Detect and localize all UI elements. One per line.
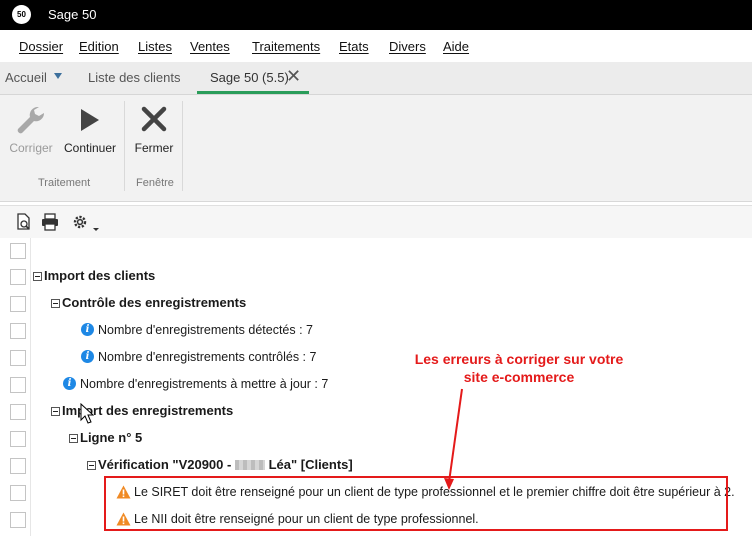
close-icon[interactable]: ✕ <box>286 67 301 85</box>
corriger-button[interactable]: Corriger <box>8 103 54 155</box>
collapse-icon[interactable] <box>51 407 60 416</box>
collapse-icon[interactable] <box>87 461 96 470</box>
tree-row: i Nombre d'enregistrements détectés : 7 <box>0 319 752 346</box>
info-icon: i <box>63 377 76 390</box>
close-x-icon <box>132 103 176 137</box>
row-checkbox[interactable] <box>10 485 26 501</box>
row-checkbox[interactable] <box>10 350 26 366</box>
group-label-traitement: Traitement <box>38 177 91 189</box>
menu-edition[interactable]: Edition <box>79 39 119 54</box>
menu-ventes[interactable]: Ventes <box>190 39 230 54</box>
corriger-label: Corriger <box>9 141 53 155</box>
group-label-fenetre: Fenêtre <box>136 177 174 189</box>
window-title: Sage 50 <box>48 7 97 22</box>
menu-traitements[interactable]: Traitements <box>252 39 320 54</box>
wrench-icon <box>8 103 54 137</box>
error-highlight-box <box>104 476 728 531</box>
title-bar: 50 Sage 50 <box>0 0 752 30</box>
menu-etats[interactable]: Etats <box>339 39 369 54</box>
play-icon <box>62 103 118 137</box>
node-controle: Contrôle des enregistrements <box>62 295 247 310</box>
mouse-cursor-icon <box>80 403 94 424</box>
collapse-icon[interactable] <box>69 434 78 443</box>
row-checkbox[interactable] <box>10 458 26 474</box>
info-controles: Nombre d'enregistrements contrôlés : 7 <box>98 350 317 364</box>
fermer-button[interactable]: Fermer <box>132 103 176 155</box>
tree-row <box>0 239 752 266</box>
tab-bar: Accueil Liste des clients Sage 50 (5.5) … <box>0 62 752 95</box>
menu-aide[interactable]: Aide <box>443 39 469 54</box>
tab-sage50[interactable]: Sage 50 (5.5) <box>210 70 289 85</box>
annotation-line-2: site e-commerce <box>463 369 575 385</box>
redacted-name <box>234 460 265 470</box>
info-detectes: Nombre d'enregistrements détectés : 7 <box>98 323 313 337</box>
info-a-mettre-a-jour: Nombre d'enregistrements à mettre à jour… <box>80 377 329 391</box>
ribbon: Corriger Continuer Fermer Traitement Fen… <box>0 95 752 202</box>
annotation-line-1: Les erreurs à corriger sur votre <box>414 351 624 367</box>
verification-suffix: Léa" [Clients] <box>264 457 353 472</box>
row-checkbox[interactable] <box>10 296 26 312</box>
row-checkbox[interactable] <box>10 269 26 285</box>
continuer-button[interactable]: Continuer <box>62 103 118 155</box>
row-checkbox[interactable] <box>10 404 26 420</box>
continuer-label: Continuer <box>63 141 117 155</box>
menu-dossier[interactable]: Dossier <box>19 39 63 54</box>
ribbon-separator <box>182 101 183 191</box>
active-tab-indicator <box>197 91 309 94</box>
row-checkbox[interactable] <box>10 431 26 447</box>
tab-liste-clients[interactable]: Liste des clients <box>88 70 181 85</box>
info-icon: i <box>81 323 94 336</box>
row-checkbox[interactable] <box>10 243 26 259</box>
tree-row: Contrôle des enregistrements <box>0 292 752 319</box>
secondary-toolbar <box>0 205 752 239</box>
tree-row: Import des clients <box>0 265 752 292</box>
tree-row: Ligne n° 5 <box>0 427 752 454</box>
node-ligne: Ligne n° 5 <box>80 430 143 445</box>
print-icon[interactable] <box>41 213 59 236</box>
node-import-clients: Import des clients <box>44 268 156 283</box>
chevron-down-icon[interactable] <box>54 73 62 79</box>
row-checkbox[interactable] <box>10 512 26 528</box>
tree-row: Import des enregistrements <box>0 400 752 427</box>
row-checkbox[interactable] <box>10 323 26 339</box>
ribbon-separator <box>124 101 125 191</box>
collapse-icon[interactable] <box>51 299 60 308</box>
menu-bar: Dossier Edition Listes Ventes Traitement… <box>0 30 752 62</box>
print-preview-icon[interactable] <box>15 213 33 236</box>
info-icon: i <box>81 350 94 363</box>
annotation-callout: Les erreurs à corriger sur votre site e-… <box>388 350 650 386</box>
collapse-icon[interactable] <box>33 272 42 281</box>
gear-icon[interactable] <box>71 213 101 238</box>
sage-logo-icon: 50 <box>12 5 31 24</box>
verification-prefix: Vérification "V20900 - <box>98 457 235 472</box>
row-checkbox[interactable] <box>10 377 26 393</box>
menu-divers[interactable]: Divers <box>389 39 426 54</box>
tab-accueil[interactable]: Accueil <box>5 70 47 85</box>
fermer-label: Fermer <box>134 141 174 155</box>
node-verification: Vérification "V20900 - Léa" [Clients] <box>98 457 353 472</box>
menu-listes[interactable]: Listes <box>138 39 172 54</box>
